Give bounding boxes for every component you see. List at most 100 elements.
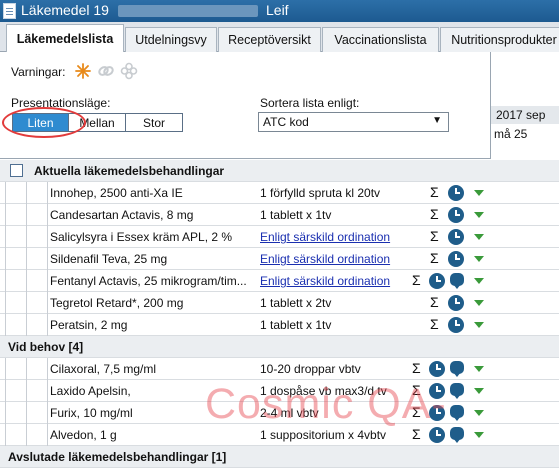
medication-name: Innohep, 2500 anti-Xa IE	[50, 186, 183, 200]
row-divider	[26, 424, 27, 446]
medication-name: Cilaxoral, 7,5 mg/ml	[50, 362, 157, 376]
calendar-month-header: 2017 sep	[490, 106, 559, 124]
sum-icon[interactable]: Σ	[430, 250, 439, 266]
warning-asterisk-icon[interactable]	[74, 62, 92, 80]
row-divider	[47, 314, 48, 336]
expand-arrow-icon[interactable]	[474, 256, 484, 262]
clock-icon[interactable]	[448, 251, 464, 267]
section-header[interactable]: Vid behov [4]	[0, 336, 559, 358]
watermark: Cosmic QA-	[205, 380, 447, 428]
patient-name: Leif	[266, 2, 289, 18]
dosage-link[interactable]: Enligt särskild ordination	[260, 274, 390, 288]
row-divider	[5, 358, 6, 380]
row-divider	[26, 270, 27, 292]
comment-icon[interactable]	[450, 405, 464, 421]
clock-icon[interactable]	[429, 427, 445, 443]
expand-arrow-icon[interactable]	[474, 410, 484, 416]
warning-link-icon[interactable]	[97, 62, 115, 80]
row-divider	[26, 314, 27, 336]
row-divider	[5, 292, 6, 314]
clock-icon[interactable]	[448, 229, 464, 245]
comment-icon[interactable]	[450, 273, 464, 289]
medication-row[interactable]: Salicylsyra i Essex kräm APL, 2 % Enligt …	[0, 226, 559, 248]
row-divider	[47, 204, 48, 226]
dosage-text: 10-20 droppar vbtv	[260, 362, 361, 376]
presentation-large-button[interactable]: Stor	[125, 113, 183, 132]
row-divider	[5, 270, 6, 292]
row-divider	[26, 402, 27, 424]
medication-name: Tegretol Retard*, 200 mg	[50, 296, 184, 310]
tab-vaccinationslista[interactable]: Vaccinationslista	[322, 27, 439, 52]
section-header[interactable]: Aktuella läkemedelsbehandlingar	[0, 160, 559, 182]
row-divider	[26, 226, 27, 248]
clock-icon[interactable]	[448, 317, 464, 333]
sum-icon[interactable]: Σ	[430, 228, 439, 244]
expand-arrow-icon[interactable]	[474, 190, 484, 196]
warning-flower-icon[interactable]	[120, 62, 138, 80]
sum-icon[interactable]: Σ	[430, 316, 439, 332]
expand-arrow-icon[interactable]	[474, 278, 484, 284]
expand-arrow-icon[interactable]	[474, 212, 484, 218]
medication-row[interactable]: Innohep, 2500 anti-Xa IE 1 förfylld sprut…	[0, 182, 559, 204]
expand-arrow-icon[interactable]	[474, 388, 484, 394]
row-divider	[47, 248, 48, 270]
clock-icon[interactable]	[448, 295, 464, 311]
medication-name: Candesartan Actavis, 8 mg	[50, 208, 194, 222]
section-title: Avslutade läkemedelsbehandlingar [1]	[8, 450, 227, 464]
medication-row[interactable]: Candesartan Actavis, 8 mg 1 tablett x 1tv…	[0, 204, 559, 226]
row-divider	[47, 292, 48, 314]
document-icon	[3, 3, 16, 19]
select-all-checkbox[interactable]	[10, 164, 23, 177]
comment-icon[interactable]	[450, 383, 464, 399]
window-title: Läkemedel 19	[21, 2, 109, 18]
medication-name: Fentanyl Actavis, 25 mikrogram/tim...	[50, 274, 247, 288]
comment-icon[interactable]	[450, 427, 464, 443]
tab-nutritionsprodukter[interactable]: Nutritionsprodukter	[440, 27, 559, 52]
row-divider	[5, 182, 6, 204]
sum-icon[interactable]: Σ	[430, 184, 439, 200]
dosage-text: 1 tablett x 1tv	[260, 208, 332, 222]
section-title: Aktuella läkemedelsbehandlingar	[34, 164, 225, 178]
dosage-link[interactable]: Enligt särskild ordination	[260, 230, 390, 244]
sort-select[interactable]: ATC kod ▼	[258, 112, 449, 132]
dosage-text: 1 suppositorium x 4vbtv	[260, 428, 387, 442]
sum-icon[interactable]: Σ	[412, 272, 421, 288]
medication-row[interactable]: Sildenafil Teva, 25 mg Enligt särskild or…	[0, 248, 559, 270]
medication-name: Sildenafil Teva, 25 mg	[50, 252, 168, 266]
dosage-link[interactable]: Enligt särskild ordination	[260, 252, 390, 266]
tab-receptoversikt[interactable]: Receptöversikt	[218, 27, 321, 52]
expand-arrow-icon[interactable]	[474, 300, 484, 306]
clock-icon[interactable]	[448, 185, 464, 201]
expand-arrow-icon[interactable]	[474, 432, 484, 438]
sum-icon[interactable]: Σ	[412, 360, 421, 376]
row-divider	[5, 226, 6, 248]
row-divider	[5, 314, 6, 336]
medication-row[interactable]: Cilaxoral, 7,5 mg/ml 10-20 droppar vbtv Σ	[0, 358, 559, 380]
warnings-label: Varningar:	[11, 65, 66, 79]
row-divider	[26, 182, 27, 204]
medication-name: Peratsin, 2 mg	[50, 318, 128, 332]
clock-icon[interactable]	[448, 207, 464, 223]
expand-arrow-icon[interactable]	[474, 322, 484, 328]
sum-icon[interactable]: Σ	[430, 206, 439, 222]
comment-icon[interactable]	[450, 361, 464, 377]
calendar-day: må 25	[494, 127, 528, 141]
row-divider	[5, 248, 6, 270]
dropdown-arrow-icon: ▼	[432, 115, 442, 126]
row-divider	[26, 248, 27, 270]
tab-utdelningsvy[interactable]: Utdelningsvy	[125, 27, 217, 52]
tab-lakemedelslista[interactable]: Läkemedelslista	[6, 24, 124, 53]
clock-icon[interactable]	[429, 273, 445, 289]
expand-arrow-icon[interactable]	[474, 234, 484, 240]
medication-row[interactable]: Tegretol Retard*, 200 mg 1 tablett x 2tv Σ	[0, 292, 559, 314]
section-header[interactable]: Avslutade läkemedelsbehandlingar [1]	[0, 446, 559, 468]
row-divider	[47, 358, 48, 380]
medication-row[interactable]: Fentanyl Actavis, 25 mikrogram/tim... Enl…	[0, 270, 559, 292]
expand-arrow-icon[interactable]	[474, 366, 484, 372]
sum-icon[interactable]: Σ	[430, 294, 439, 310]
medication-row[interactable]: Peratsin, 2 mg 1 tablett x 1tv Σ	[0, 314, 559, 336]
clock-icon[interactable]	[429, 361, 445, 377]
row-divider	[5, 402, 6, 424]
dosage-text: 1 tablett x 1tv	[260, 318, 332, 332]
dosage-text: 1 tablett x 2tv	[260, 296, 332, 310]
